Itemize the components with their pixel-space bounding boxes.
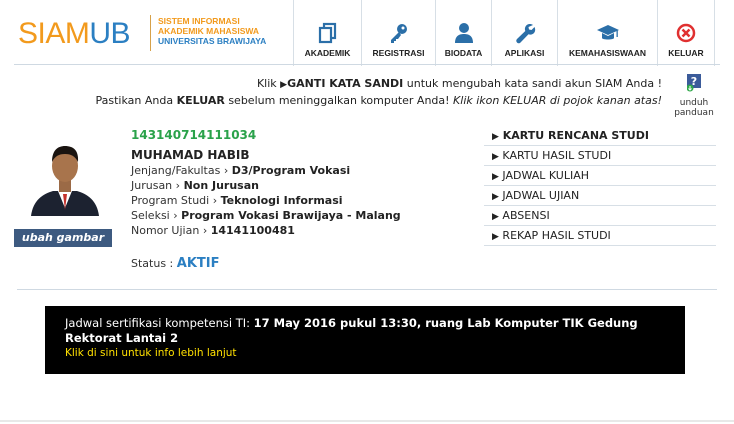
nav-biodata[interactable]: BIODATA <box>435 0 491 66</box>
arrow-right-icon: ▶ <box>492 212 499 222</box>
info-row-department: Jurusan › Non Jurusan <box>131 179 259 192</box>
info-row-faculty: Jenjang/Fakultas › D3/Program Vokasi <box>131 164 351 177</box>
announcement-banner[interactable]: Jadwal sertifikasi kompetensi TI: 17 May… <box>45 306 685 374</box>
info-row-exam-number: Nomor Ujian › 14141100481 <box>131 224 295 237</box>
nav-keluar[interactable]: KELUAR <box>657 0 715 66</box>
arrow-right-icon: ▶ <box>492 132 499 142</box>
student-avatar <box>25 136 105 216</box>
chevron-right-icon: › <box>175 179 181 192</box>
logo-subtitle: SISTEM INFORMASI AKADEMIK MAHASISWA UNIV… <box>158 16 266 46</box>
student-info: 143140714111034 MUHAMAD HABIB Jenjang/Fa… <box>131 128 481 238</box>
content-divider <box>17 289 717 290</box>
arrow-right-icon: ▶ <box>492 172 499 182</box>
logo-divider <box>150 15 151 51</box>
password-notice: Klik ▶GANTI KATA SANDI untuk mengubah ka… <box>256 77 662 90</box>
status-badge: AKTIF <box>176 256 220 271</box>
nav-aplikasi-label: APLIKASI <box>504 48 545 58</box>
menu-item-rekap[interactable]: ▶ REKAP HASIL STUDI <box>484 226 716 246</box>
siamub-logo[interactable]: SIAMUB <box>18 17 131 50</box>
graduation-cap-icon <box>596 25 619 40</box>
nav-registrasi[interactable]: REGISTRASI <box>361 0 435 66</box>
logo-line-2: AKADEMIK MAHASISWA <box>158 26 260 36</box>
nav-kemahasiswaan-label: KEMAHASISWAAN <box>569 48 646 58</box>
student-photo <box>25 136 105 216</box>
header: SIAMUB SISTEM INFORMASI AKADEMIK MAHASIS… <box>0 0 734 66</box>
menu-item-jadwal-kuliah[interactable]: ▶ JADWAL KULIAH <box>484 166 716 186</box>
download-guide-button[interactable]: ? unduh panduan <box>674 74 714 118</box>
guide-label-1: unduh <box>679 98 709 108</box>
logo-siam-text: SIAM <box>18 17 90 50</box>
chevron-right-icon: › <box>202 224 208 237</box>
nav-akademik-label: AKADEMIK <box>304 48 351 58</box>
logo-ub-text: UB <box>89 17 131 50</box>
chevron-right-icon: › <box>212 194 218 207</box>
nav-akademik[interactable]: AKADEMIK <box>293 0 361 66</box>
arrow-right-icon: ▶ <box>492 192 499 202</box>
chevron-right-icon: › <box>173 209 178 222</box>
change-photo-button[interactable]: ubah gambar <box>14 229 112 247</box>
menu-item-absensi[interactable]: ▶ ABSENSI <box>484 206 716 226</box>
header-divider <box>14 64 720 65</box>
logout-notice: Pastikan Anda KELUAR sebelum meninggalka… <box>95 94 663 107</box>
help-download-icon: ? <box>686 74 701 92</box>
menu-item-krs[interactable]: ▶ KARTU RENCANA STUDI <box>484 126 716 146</box>
nav-biodata-label: BIODATA <box>444 48 483 58</box>
arrow-right-icon: ▶ <box>492 232 499 242</box>
user-icon <box>454 23 473 43</box>
info-row-study-program: Program Studi › Teknologi Informasi <box>131 194 343 207</box>
nav-aplikasi[interactable]: APLIKASI <box>491 0 557 66</box>
chevron-right-icon: › <box>223 164 229 177</box>
document-icon <box>318 22 336 44</box>
nav-keluar-label: KELUAR <box>668 48 704 58</box>
nav-registrasi-label: REGISTRASI <box>372 48 425 58</box>
close-circle-icon <box>676 23 696 43</box>
info-row-selection: Seleksi › Program Vokasi Brawijaya - Mal… <box>131 209 401 222</box>
wrench-icon <box>515 24 535 44</box>
student-status: Status : AKTIF <box>131 256 220 271</box>
announcement-text: Jadwal sertifikasi kompetensi TI: 17 May… <box>65 316 638 345</box>
nav-kemahasiswaan[interactable]: KEMAHASISWAAN <box>557 0 657 66</box>
student-nim: 143140714111034 <box>131 128 257 142</box>
guide-label-2: panduan <box>674 108 714 118</box>
menu-item-jadwal-ujian[interactable]: ▶ JADWAL UJIAN <box>484 186 716 206</box>
announcement-more-link[interactable]: Klik di sini untuk info lebih lanjut <box>65 346 665 360</box>
menu-item-khs[interactable]: ▶ KARTU HASIL STUDI <box>484 146 716 166</box>
arrow-right-icon: ▶ <box>492 152 499 162</box>
bottom-border <box>0 420 734 422</box>
academic-menu: ▶ KARTU RENCANA STUDI ▶ KARTU HASIL STUD… <box>484 126 716 246</box>
key-icon <box>390 24 407 43</box>
change-password-link[interactable]: GANTI KATA SANDI <box>287 77 403 90</box>
student-name: MUHAMAD HABIB <box>131 148 250 162</box>
logo-line-1: SISTEM INFORMASI <box>158 16 240 26</box>
logo-line-3: UNIVERSITAS BRAWIJAYA <box>158 36 267 46</box>
main-nav: AKADEMIK REGISTRASI BIODATA APLIKASI KEM… <box>293 0 715 66</box>
